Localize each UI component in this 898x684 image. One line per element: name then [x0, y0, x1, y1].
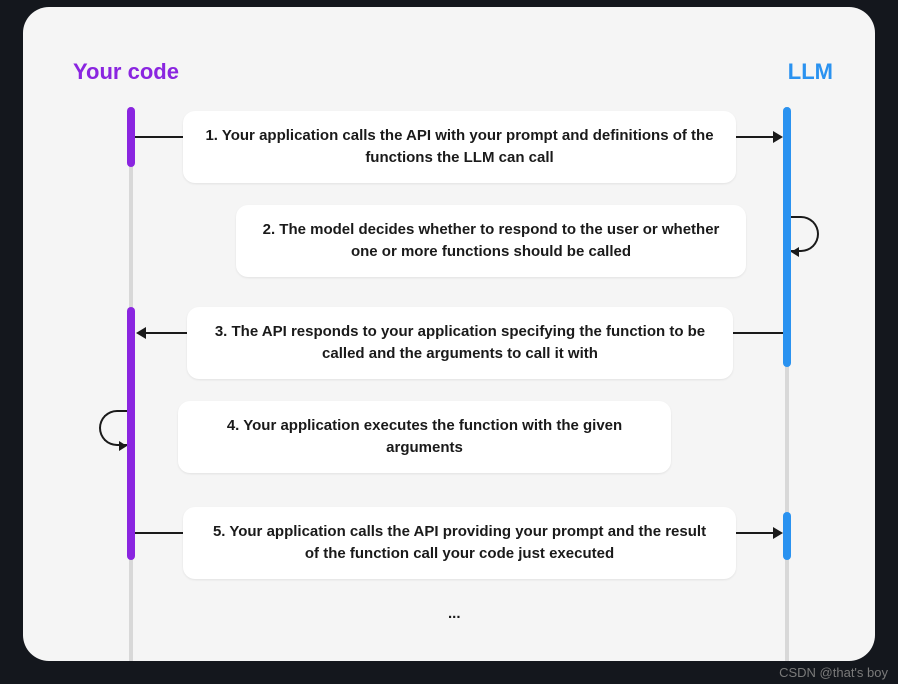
watermark-text: CSDN @that's boy — [779, 665, 888, 680]
arrow-line — [135, 136, 183, 138]
participant-llm: LLM — [788, 59, 833, 85]
arrow-line — [736, 136, 774, 138]
arrow-line — [733, 332, 783, 334]
activation-llm-1 — [783, 107, 791, 367]
activation-llm-2 — [783, 512, 791, 560]
arrow-line — [145, 332, 187, 334]
participant-your-code: Your code — [73, 59, 179, 85]
ellipsis: ... — [448, 605, 461, 622]
step-box-1: 1. Your application calls the API with y… — [183, 111, 736, 183]
arrowhead-right-icon — [773, 131, 783, 143]
step-box-5: 5. Your application calls the API provid… — [183, 507, 736, 579]
step-box-3: 3. The API responds to your application … — [187, 307, 733, 379]
arrowhead-left-icon — [791, 247, 799, 257]
step-box-4: 4. Your application executes the functio… — [178, 401, 671, 473]
step-box-2: 2. The model decides whether to respond … — [236, 205, 746, 277]
arrowhead-left-icon — [136, 327, 146, 339]
arrow-line — [736, 532, 774, 534]
arrowhead-right-icon — [119, 441, 127, 451]
arrowhead-right-icon — [773, 527, 783, 539]
diagram-canvas: Your code LLM 1. Your application calls … — [23, 7, 875, 661]
activation-your-code-2 — [127, 307, 135, 560]
arrow-line — [135, 532, 183, 534]
activation-your-code-1 — [127, 107, 135, 167]
